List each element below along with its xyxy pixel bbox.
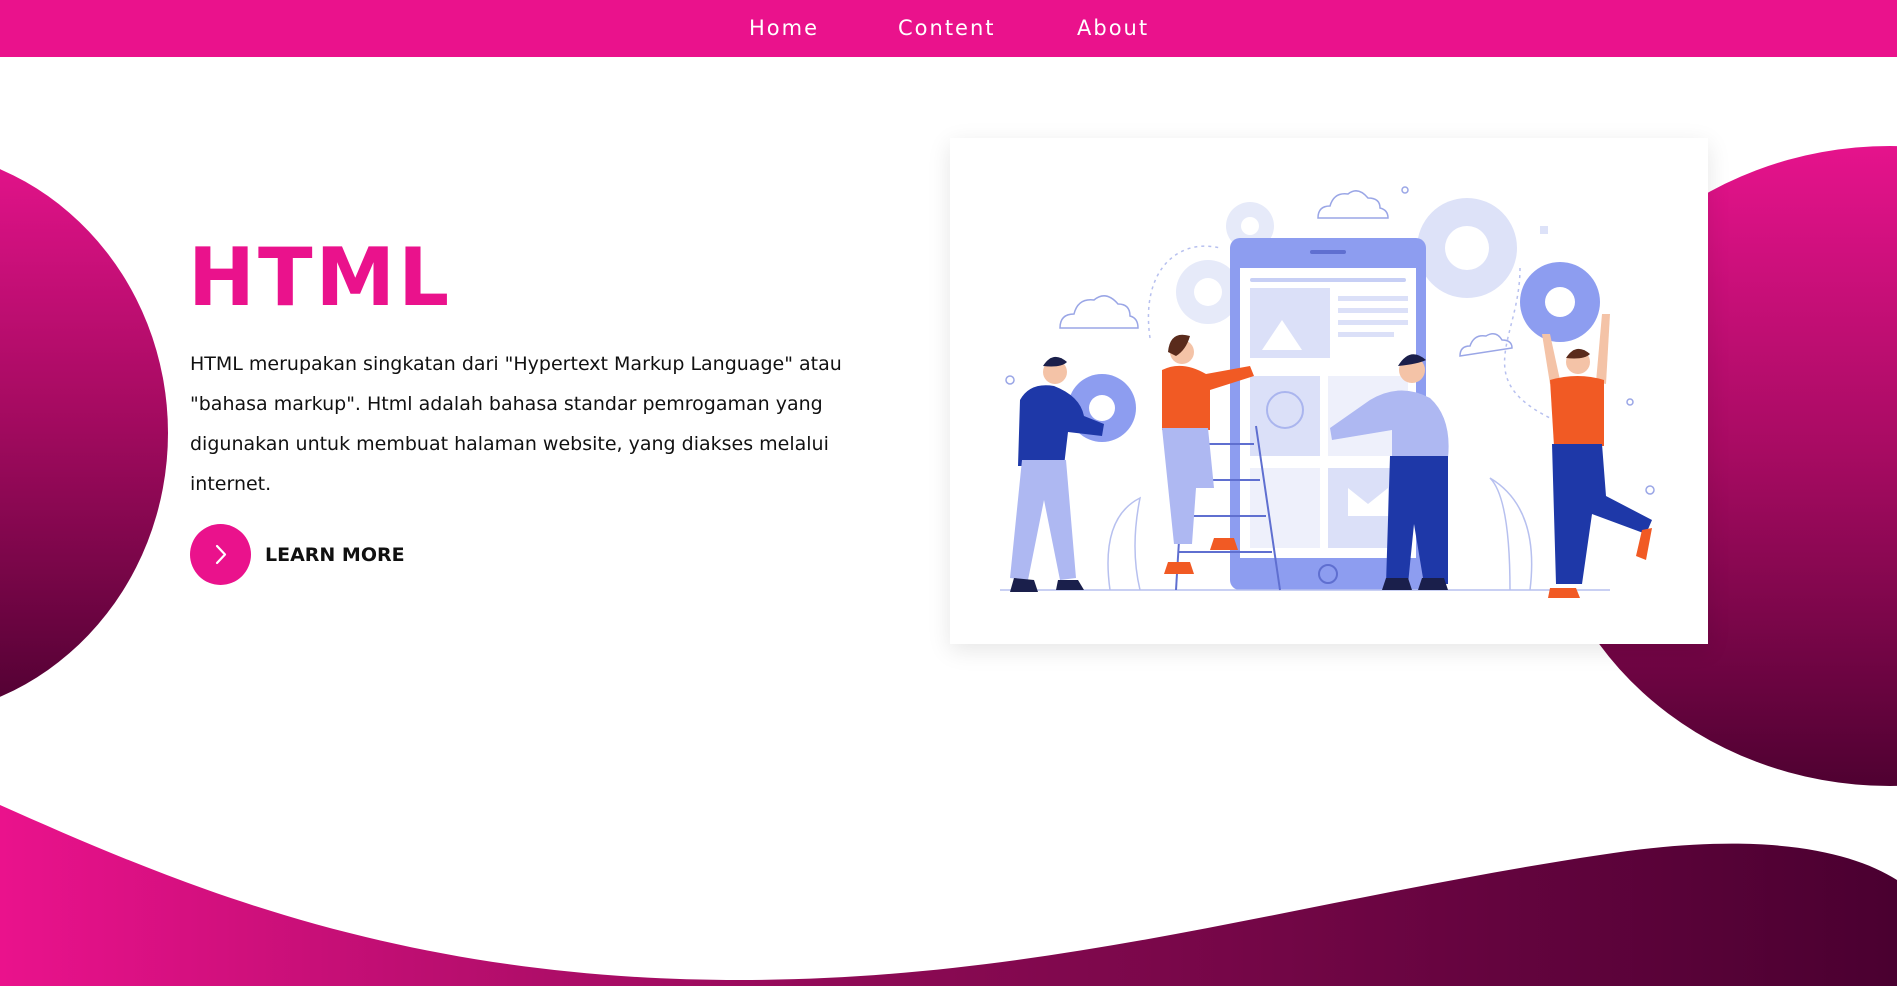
top-navbar: Home Content About [0,0,1897,57]
people-building-app-illustration [1000,186,1655,598]
left-decorative-blob [0,148,168,718]
hero-title: HTML [188,231,453,324]
chevron-right-icon [215,544,227,565]
nav-about-link[interactable]: About [1077,0,1149,57]
nav-content-link[interactable]: Content [898,0,996,57]
hero-illustration-card [950,138,1708,644]
page: Home Content About HTML HTML merupakan s… [0,0,1897,986]
hero-description: HTML merupakan singkatan dari "Hypertext… [190,353,842,495]
learn-more-button[interactable] [190,524,251,585]
nav-home-link[interactable]: Home [749,0,819,57]
learn-more-label[interactable]: LEARN MORE [265,540,405,570]
